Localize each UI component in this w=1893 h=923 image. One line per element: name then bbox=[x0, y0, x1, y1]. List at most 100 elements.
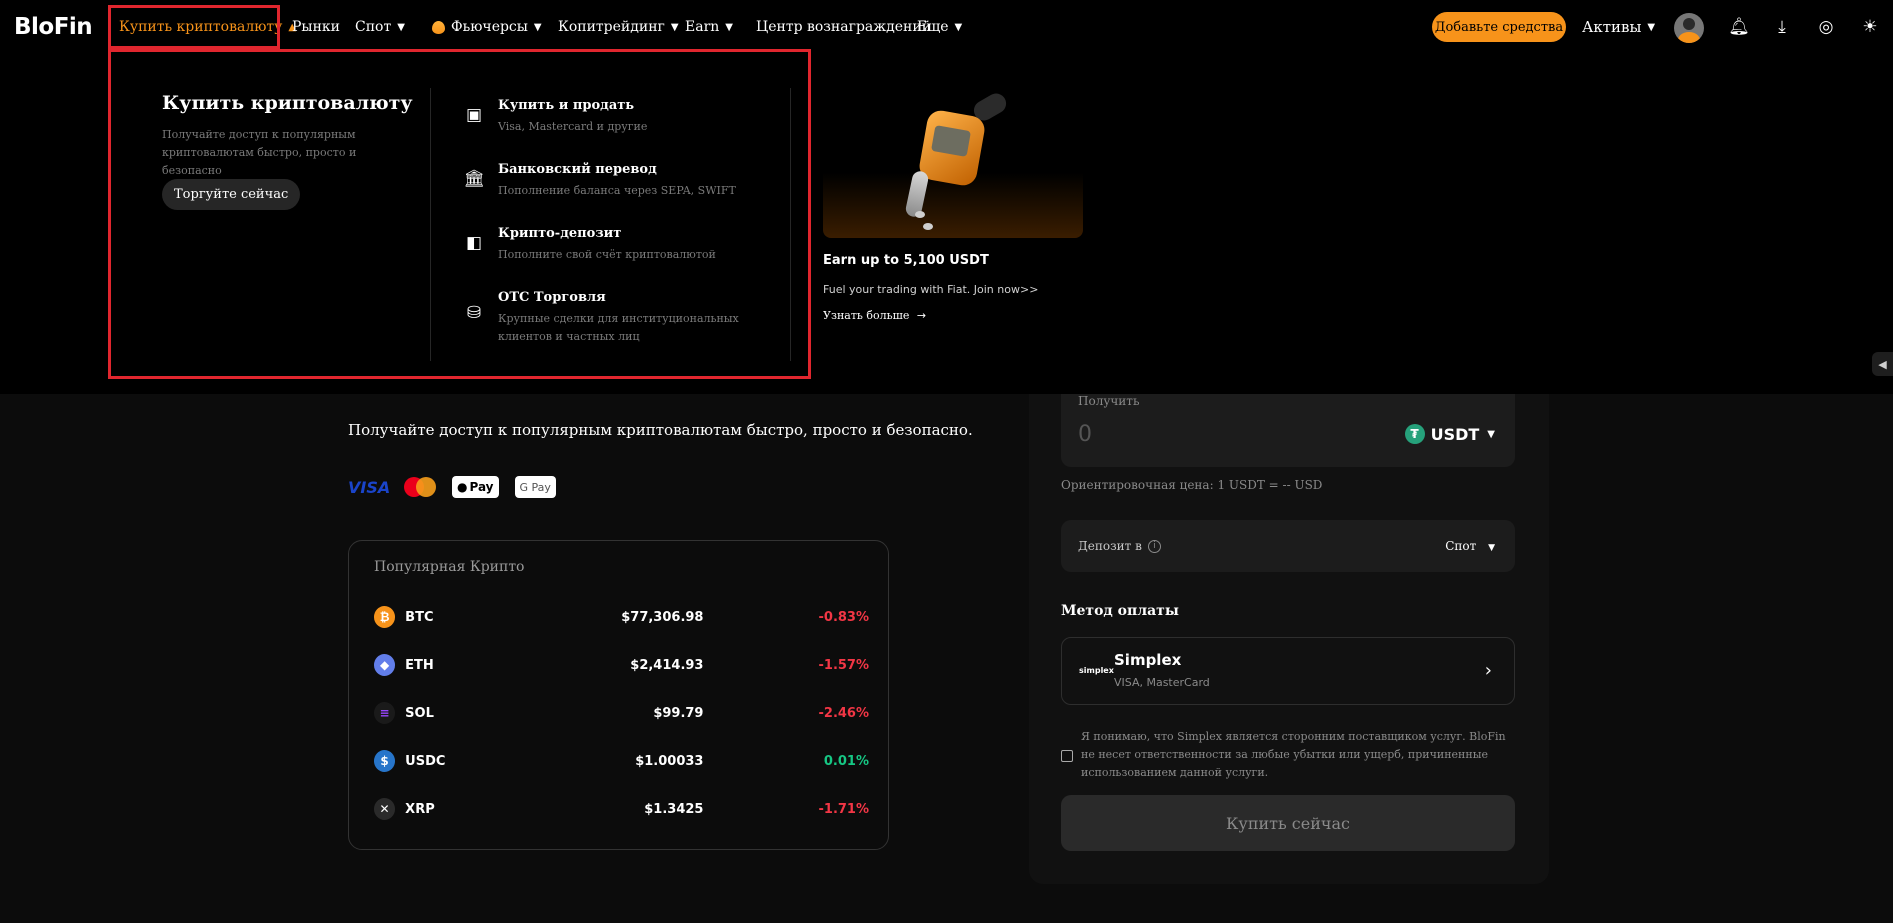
payment-method-simplex[interactable]: simplex Simplex VISA, MasterCard › bbox=[1061, 637, 1515, 705]
assets-menu[interactable]: Активы ▼ bbox=[1582, 0, 1655, 54]
crypto-price: $2,414.93 bbox=[630, 657, 704, 673]
avatar-icon[interactable] bbox=[1674, 13, 1704, 43]
deposit-to-select[interactable]: Депозит в i Спот ▼ bbox=[1061, 520, 1515, 572]
visa-logo: VISA bbox=[348, 477, 391, 497]
crypto-row[interactable]: ✕ XRP $1.3425 -1.71% bbox=[374, 795, 869, 823]
blofin-logo[interactable]: BloFin bbox=[14, 14, 93, 40]
nav-markets[interactable]: Рынки bbox=[292, 0, 340, 54]
nav-buy-crypto[interactable]: Купить криптовалюту ▲ bbox=[119, 0, 296, 54]
coins-icon: ⛁ bbox=[466, 303, 482, 323]
payment-logos: VISA ● Pay G Pay bbox=[348, 476, 556, 498]
crypto-change: 0.01% bbox=[823, 753, 869, 769]
currency-select[interactable]: ₮ USDT ▼ bbox=[1404, 424, 1495, 444]
mastercard-logo bbox=[404, 477, 436, 497]
arrow-right-icon: → bbox=[916, 309, 927, 322]
apple-pay-logo: ● Pay bbox=[452, 476, 499, 498]
menu-item-title: Крипто-депозит bbox=[498, 226, 622, 241]
tether-icon: ₮ bbox=[1404, 424, 1425, 444]
crypto-row[interactable]: ◆ ETH $2,414.93 -1.57% bbox=[374, 651, 869, 679]
deposit-value-wrap: Спот ▼ bbox=[1445, 539, 1495, 553]
top-navigation-bar: BloFin Купить криптовалюту ▲ Рынки Спот … bbox=[0, 0, 1893, 54]
nav-earn[interactable]: Earn ▼ bbox=[685, 0, 733, 54]
receive-label: Получить bbox=[1078, 394, 1140, 408]
payment-method-title: Метод оплаты bbox=[1061, 603, 1179, 619]
crypto-row[interactable]: ₿ BTC $77,306.98 -0.83% bbox=[374, 603, 869, 631]
nav-spot[interactable]: Спот ▼ bbox=[355, 0, 405, 54]
nav-rewards-label: Центр вознаграждений bbox=[756, 19, 932, 35]
side-collapse-tab[interactable]: ◀ bbox=[1872, 352, 1893, 376]
agreement-checkbox[interactable] bbox=[1061, 750, 1073, 762]
nav-copytrading-label: Копитрейдинг bbox=[558, 19, 665, 35]
download-icon[interactable]: ⤓ bbox=[1770, 15, 1794, 39]
assets-label: Активы bbox=[1582, 18, 1642, 36]
buy-now-button[interactable]: Купить сейчас bbox=[1061, 795, 1515, 851]
usdc-icon: $ bbox=[374, 750, 396, 772]
nav-more[interactable]: Еще ▼ bbox=[917, 0, 962, 54]
crypto-symbol: XRP bbox=[405, 801, 435, 817]
promo-title: Earn up to 5,100 USDT bbox=[823, 253, 989, 268]
deposit-label-wrap: Депозит в i bbox=[1078, 539, 1161, 553]
sun-icon[interactable]: ☀ bbox=[1858, 15, 1882, 39]
chevron-down-icon: ▼ bbox=[533, 21, 542, 33]
crypto-price: $99.79 bbox=[653, 705, 704, 721]
chevron-down-icon: ▼ bbox=[1647, 21, 1656, 33]
nav-spot-label: Спот bbox=[355, 19, 392, 35]
simplex-logo: simplex bbox=[1079, 666, 1114, 675]
nav-futures[interactable]: Фьючерсы ▼ bbox=[432, 0, 542, 54]
nav-rewards-center[interactable]: Центр вознаграждений bbox=[756, 0, 931, 54]
crypto-symbol: ETH bbox=[405, 657, 434, 673]
promo-fuel-pump-image[interactable] bbox=[823, 93, 1083, 238]
info-icon[interactable]: i bbox=[1147, 539, 1161, 553]
promo-subtitle: Fuel your trading with Fiat. Join now>> bbox=[823, 283, 1039, 296]
menu-item-title: Банковский перевод bbox=[498, 162, 657, 177]
crypto-row[interactable]: ≡ SOL $99.79 -2.46% bbox=[374, 699, 869, 727]
globe-icon[interactable]: ◎ bbox=[1814, 15, 1838, 39]
coin-drop bbox=[915, 211, 925, 218]
popular-crypto-title: Популярная Крипто bbox=[374, 559, 525, 575]
chevron-down-icon: ▼ bbox=[725, 21, 733, 33]
bell-icon[interactable]: 🔔︎ bbox=[1727, 15, 1751, 39]
caret-down-icon: ▼ bbox=[1487, 428, 1495, 440]
nav-copytrading[interactable]: Копитрейдинг ▼ bbox=[558, 0, 679, 54]
promo-link-label: Узнать больше bbox=[823, 309, 910, 322]
crypto-symbol: USDC bbox=[405, 753, 446, 769]
crypto-row[interactable]: $ USDC $1.00033 0.01% bbox=[374, 747, 869, 775]
method-cards: VISA, MasterCard bbox=[1114, 676, 1210, 689]
crypto-change: -1.71% bbox=[818, 801, 870, 817]
google-pay-logo: G Pay bbox=[514, 476, 556, 498]
popular-crypto-card: Популярная Крипто ₿ BTC $77,306.98 -0.83… bbox=[348, 540, 889, 850]
crypto-symbol: BTC bbox=[405, 609, 434, 625]
apple-icon: ● bbox=[457, 480, 468, 494]
chevron-down-icon: ▼ bbox=[397, 21, 405, 33]
currency-label: USDT bbox=[1430, 424, 1480, 444]
dropdown-title: Купить криптовалюту bbox=[162, 92, 413, 114]
eth-icon: ◆ bbox=[374, 654, 396, 676]
nav-markets-label: Рынки bbox=[292, 19, 340, 35]
trade-now-button[interactable]: Торгуйте сейчас bbox=[162, 179, 301, 210]
coin-drop bbox=[923, 223, 933, 230]
crypto-price: $77,306.98 bbox=[621, 609, 704, 625]
card-icon: ▣ bbox=[465, 105, 483, 125]
crypto-change: -1.57% bbox=[818, 657, 870, 673]
agreement-text: Я понимаю, что Simplex является сторонни… bbox=[1081, 730, 1506, 779]
chevron-down-icon: ▼ bbox=[670, 21, 679, 33]
chevron-down-icon: ▼ bbox=[954, 21, 963, 33]
receive-amount[interactable]: 0 bbox=[1078, 422, 1092, 447]
promo-learn-more-link[interactable]: Узнать больше → bbox=[823, 309, 926, 322]
chevron-right-icon: › bbox=[1484, 660, 1492, 681]
menu-item-subtitle: Пополните свой счёт криптовалютой bbox=[498, 248, 716, 261]
apple-pay-label: Pay bbox=[469, 480, 494, 494]
buy-crypto-dropdown: Купить криптовалюту Получайте доступ к п… bbox=[0, 54, 1893, 394]
crypto-change: -0.83% bbox=[818, 609, 870, 625]
deposit-value: Спот bbox=[1445, 539, 1477, 553]
btc-icon: ₿ bbox=[374, 606, 396, 628]
sol-icon: ≡ bbox=[374, 702, 396, 724]
caret-down-icon: ▼ bbox=[1488, 543, 1495, 553]
receive-field[interactable]: Получить 0 ₮ USDT ▼ bbox=[1061, 394, 1515, 467]
add-funds-button[interactable]: Добавьте средства bbox=[1432, 12, 1566, 42]
menu-item-subtitle: Visa, Mastercard и другие bbox=[498, 120, 648, 133]
xrp-icon: ✕ bbox=[374, 798, 396, 820]
nav-more-label: Еще bbox=[917, 19, 949, 35]
bank-icon: 🏛︎ bbox=[463, 169, 485, 189]
menu-item-title: OTC Торговля bbox=[498, 290, 606, 305]
